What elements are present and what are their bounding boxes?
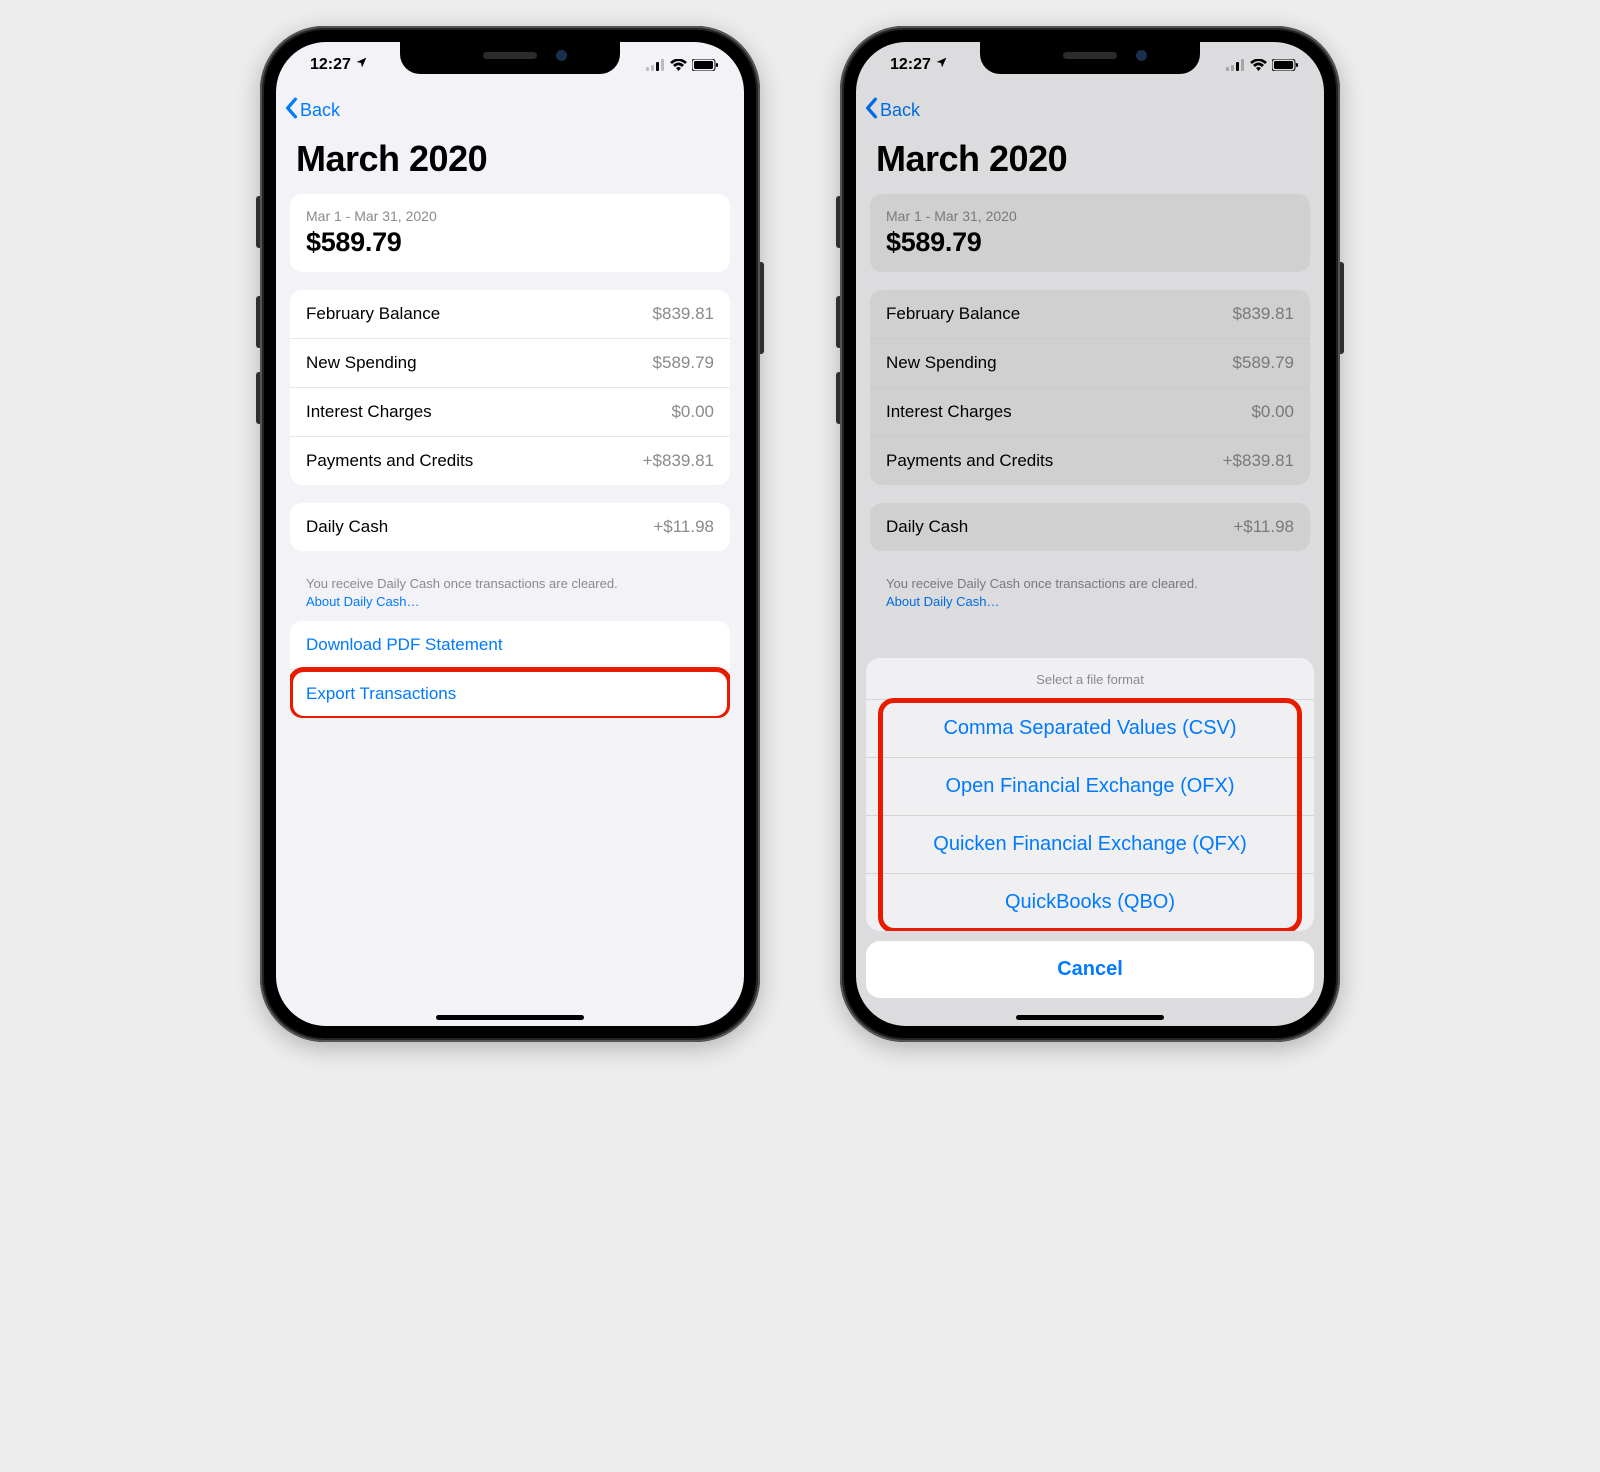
daily-cash-note: You receive Daily Cash once transactions… — [856, 569, 1324, 621]
export-csv-option[interactable]: Comma Separated Values (CSV) — [866, 700, 1314, 757]
nav-bar: Back — [856, 88, 1324, 132]
file-format-action-sheet: Select a file format Comma Separated Val… — [856, 658, 1324, 1026]
daily-cash-card: Daily Cash+$11.98 — [290, 503, 730, 551]
summary-card: Mar 1 - Mar 31, 2020 $589.79 — [290, 194, 730, 272]
export-ofx-option[interactable]: Open Financial Exchange (OFX) — [866, 757, 1314, 815]
daily-cash-card: Daily Cash+$11.98 — [870, 503, 1310, 551]
total-amount: $589.79 — [886, 227, 1294, 258]
sheet-title: Select a file format — [866, 658, 1314, 700]
about-daily-cash-link[interactable]: About Daily Cash… — [306, 594, 419, 609]
balance-list: February Balance$839.81 New Spending$589… — [290, 290, 730, 485]
list-item: Interest Charges$0.00 — [290, 387, 730, 436]
summary-card: Mar 1 - Mar 31, 2020 $589.79 — [870, 194, 1310, 272]
chevron-left-icon — [284, 97, 298, 124]
wifi-icon — [1250, 59, 1267, 71]
battery-icon — [692, 59, 718, 71]
back-label: Back — [880, 100, 920, 121]
screen: 12:27 — [276, 42, 744, 1026]
list-item: New Spending$589.79 — [870, 338, 1310, 387]
total-amount: $589.79 — [306, 227, 714, 258]
cellular-icon — [646, 59, 665, 71]
list-item: New Spending$589.79 — [290, 338, 730, 387]
page-title: March 2020 — [856, 132, 1324, 194]
export-transactions-button[interactable]: Export Transactions — [290, 669, 730, 718]
back-button[interactable]: Back — [284, 97, 340, 124]
daily-cash-row: Daily Cash+$11.98 — [870, 503, 1310, 551]
phone-frame-right: 12:27 — [840, 26, 1340, 1042]
screen: 12:27 — [856, 42, 1324, 1026]
list-item: Payments and Credits+$839.81 — [290, 436, 730, 485]
location-icon — [355, 56, 368, 74]
nav-bar: Back — [276, 88, 744, 132]
home-indicator[interactable] — [436, 1015, 584, 1020]
export-qbo-option[interactable]: QuickBooks (QBO) — [866, 873, 1314, 931]
location-icon — [935, 56, 948, 74]
sheet-options-group: Select a file format Comma Separated Val… — [866, 658, 1314, 931]
download-pdf-button[interactable]: Download PDF Statement — [290, 621, 730, 669]
status-time: 12:27 — [890, 56, 931, 74]
back-label: Back — [300, 100, 340, 121]
phone-frame-left: 12:27 — [260, 26, 760, 1042]
daily-cash-row: Daily Cash+$11.98 — [290, 503, 730, 551]
actions-card: Download PDF Statement Export Transactio… — [290, 621, 730, 718]
wifi-icon — [670, 59, 687, 71]
list-item: Payments and Credits+$839.81 — [870, 436, 1310, 485]
export-qfx-option[interactable]: Quicken Financial Exchange (QFX) — [866, 815, 1314, 873]
cancel-button[interactable]: Cancel — [866, 941, 1314, 998]
list-item: Interest Charges$0.00 — [870, 387, 1310, 436]
about-daily-cash-link[interactable]: About Daily Cash… — [886, 594, 999, 609]
daily-cash-note: You receive Daily Cash once transactions… — [276, 569, 744, 621]
page-title: March 2020 — [276, 132, 744, 194]
cellular-icon — [1226, 59, 1245, 71]
list-item: February Balance$839.81 — [290, 290, 730, 338]
status-time: 12:27 — [310, 56, 351, 74]
list-item: February Balance$839.81 — [870, 290, 1310, 338]
notch — [980, 42, 1200, 74]
date-range: Mar 1 - Mar 31, 2020 — [886, 208, 1294, 224]
chevron-left-icon — [864, 97, 878, 124]
back-button[interactable]: Back — [864, 97, 920, 124]
battery-icon — [1272, 59, 1298, 71]
date-range: Mar 1 - Mar 31, 2020 — [306, 208, 714, 224]
balance-list: February Balance$839.81 New Spending$589… — [870, 290, 1310, 485]
notch — [400, 42, 620, 74]
